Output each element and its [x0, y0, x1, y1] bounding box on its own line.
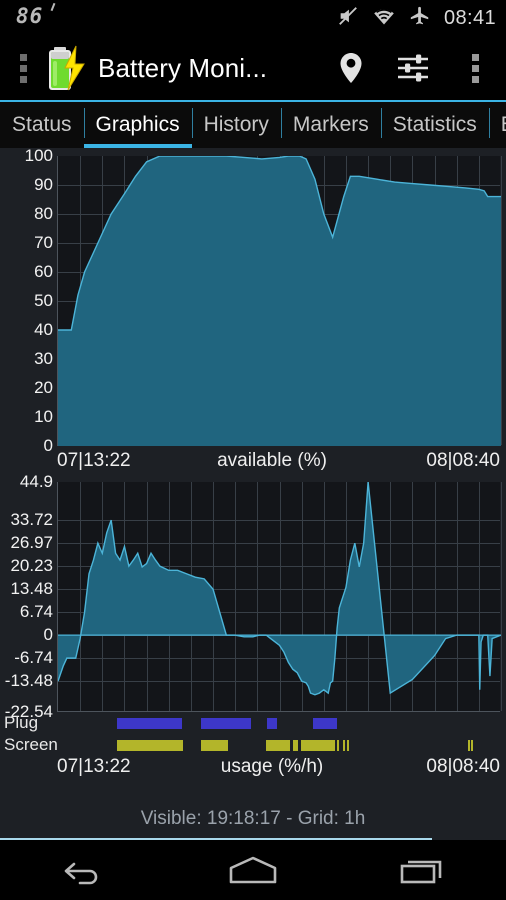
y-axis-tick-label: 0 — [44, 625, 53, 645]
chart-usage-plot — [57, 482, 500, 712]
battery-charging-icon — [38, 42, 94, 94]
y-axis-tick-label: 0 — [44, 436, 53, 456]
home-button[interactable] — [169, 840, 338, 900]
y-axis-tick-label: 33.72 — [10, 510, 53, 530]
location-pin-icon[interactable] — [320, 36, 382, 100]
tab-markers[interactable]: Markers — [281, 102, 381, 148]
airplane-mode-icon — [409, 5, 431, 32]
mute-icon — [337, 5, 359, 32]
graphics-panel: 0 10 20 30 40 50 60 70 80 90 100 07|13:22 availabl… — [0, 148, 506, 840]
y-axis-tick-label: -6.74 — [14, 648, 53, 668]
wifi-icon — [372, 6, 396, 31]
marker-segment — [301, 740, 336, 751]
tab-label: Statistics — [393, 113, 477, 137]
y-axis-tick-label: 10 — [34, 407, 53, 427]
marker-segment — [117, 740, 183, 751]
app-screen: 86 — [0, 0, 506, 900]
marker-row-screen: Screen — [0, 736, 506, 755]
chart-available[interactable]: 0102030405060708090100 07|13:22 availabl… — [0, 148, 506, 468]
marker-row-screen-label: Screen — [4, 735, 58, 755]
marker-segment — [201, 718, 251, 729]
marker-segment — [266, 740, 290, 751]
drag-handle-icon[interactable] — [10, 36, 36, 100]
y-axis-tick-label: 13.48 — [10, 579, 53, 599]
tab-label: Status — [12, 113, 72, 137]
status-bar-right: 08:41 — [337, 0, 496, 36]
visible-range-label: Visible: 19:18:17 - Grid: 1h — [0, 808, 506, 830]
gridline-vertical — [501, 156, 502, 445]
y-axis-tick-label: 100 — [25, 146, 53, 166]
chart-usage[interactable]: 44.9 33.72 26.97 20.23 13.48 6.74 0 -6.74 -13.48… — [0, 474, 506, 784]
marker-segment — [117, 718, 183, 729]
y-axis-tick-label: 20 — [34, 378, 53, 398]
y-axis-tick-label: 44.9 — [20, 472, 53, 492]
y-axis-tick-label: -13.48 — [5, 671, 53, 691]
chart-available-x-start: 07|13:22 — [57, 450, 131, 472]
y-axis-tick-label: 6.74 — [20, 602, 53, 622]
marker-row-plug-label: Plug — [4, 713, 38, 733]
sliders-icon[interactable] — [382, 36, 444, 100]
chart-series-usage — [58, 482, 501, 712]
marker-segment — [293, 740, 299, 751]
marker-segment — [347, 740, 349, 751]
marker-segment — [343, 740, 345, 751]
tab-graphics[interactable]: Graphics — [84, 102, 192, 148]
back-button[interactable] — [0, 840, 169, 900]
y-axis-tick-label: 20.23 — [10, 556, 53, 576]
status-clock: 08:41 — [444, 7, 496, 30]
app-bar-actions — [320, 36, 506, 100]
y-axis-tick-label: 26.97 — [10, 533, 53, 553]
chart-available-x-end: 08|08:40 — [426, 450, 500, 472]
tab-history[interactable]: History — [192, 102, 281, 148]
y-axis-tick-label: 50 — [34, 291, 53, 311]
chart-usage-title: usage (%/h) — [221, 756, 323, 778]
marker-segment — [313, 718, 338, 729]
tab-statistics[interactable]: Statistics — [381, 102, 489, 148]
status-bar: 86 — [0, 0, 506, 36]
overflow-menu-icon[interactable] — [444, 36, 506, 100]
tab-label: Graphics — [96, 113, 180, 137]
chart-available-title: available (%) — [217, 450, 327, 472]
chart-usage-x-end: 08|08:40 — [426, 756, 500, 778]
system-nav-bar — [0, 840, 506, 900]
tab-label: History — [204, 113, 269, 137]
marker-segment — [471, 740, 473, 751]
gridline-vertical — [501, 482, 502, 711]
tab-estima[interactable]: Estima — [489, 102, 506, 148]
chart-usage-y-axis: 44.9 33.72 26.97 20.23 13.48 6.74 0 -6.74 -13.48… — [0, 474, 53, 712]
chart-available-plot — [57, 156, 500, 446]
marker-segment — [337, 740, 339, 751]
marker-row-plug: Plug — [0, 714, 506, 733]
page-title: Battery Moni... — [98, 53, 267, 84]
battery-tick-icon — [51, 3, 56, 11]
tab-status[interactable]: Status — [0, 102, 84, 148]
status-battery-level: 86 — [16, 4, 43, 28]
y-axis-tick-label: 80 — [34, 204, 53, 224]
y-axis-tick-label: 90 — [34, 175, 53, 195]
marker-segment — [201, 740, 228, 751]
y-axis-tick-label: 40 — [34, 320, 53, 340]
chart-available-y-axis: 0102030405060708090100 — [0, 148, 53, 446]
recents-button[interactable] — [337, 840, 506, 900]
tab-label: Markers — [293, 113, 369, 137]
y-axis-tick-label: 30 — [34, 349, 53, 369]
app-bar: Battery Moni... — [0, 36, 506, 100]
y-axis-tick-label: 70 — [34, 233, 53, 253]
tab-label: Estima — [501, 113, 506, 137]
y-axis-tick-label: 60 — [34, 262, 53, 282]
marker-segment — [267, 718, 277, 729]
chart-usage-x-start: 07|13:22 — [57, 756, 131, 778]
tab-bar[interactable]: Status Graphics History Markers Statistics Es… — [0, 100, 506, 148]
chart-series-available — [58, 156, 501, 446]
